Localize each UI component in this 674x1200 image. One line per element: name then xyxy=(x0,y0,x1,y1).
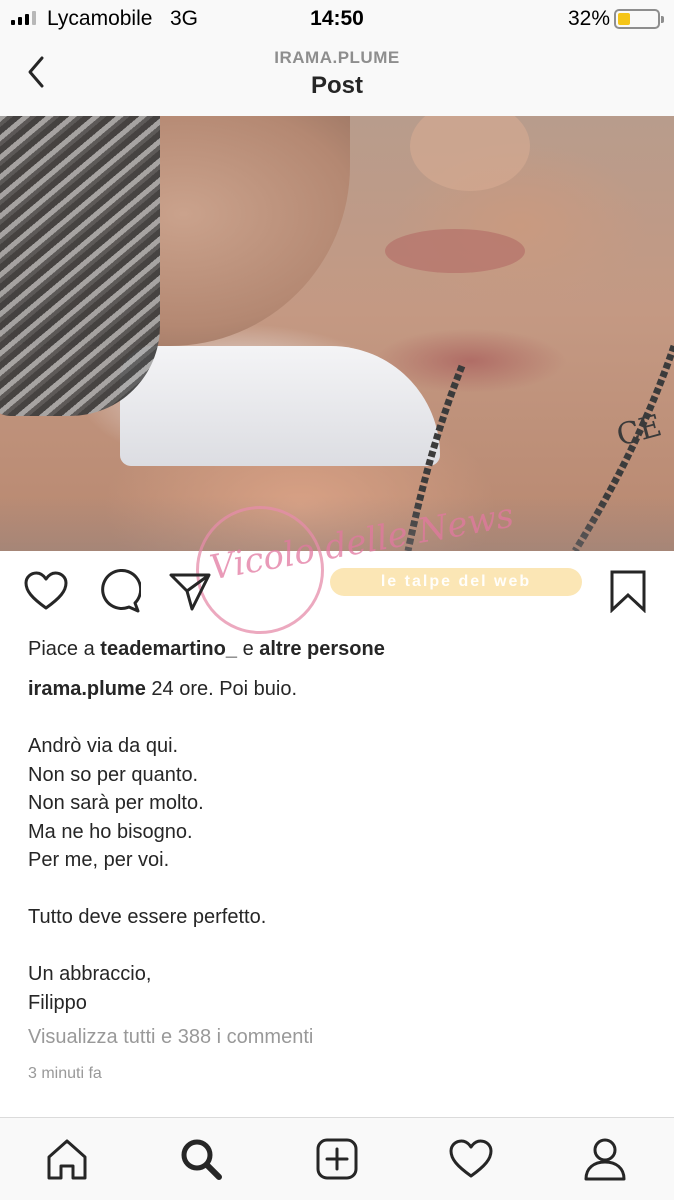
battery-icon xyxy=(614,9,664,29)
tab-bar xyxy=(0,1117,674,1200)
post-author-username[interactable]: IRAMA.PLUME xyxy=(0,48,674,68)
share-button[interactable] xyxy=(165,566,215,616)
likes-prefix: Piace a xyxy=(28,638,95,660)
post-header: IRAMA.PLUME Post xyxy=(0,38,674,116)
comment-bubble-icon xyxy=(101,569,141,613)
post-photo[interactable]: CE xyxy=(0,116,674,551)
home-icon xyxy=(47,1139,87,1180)
tab-activity[interactable] xyxy=(446,1134,496,1184)
tab-search[interactable] xyxy=(176,1134,226,1184)
tab-profile[interactable] xyxy=(580,1134,630,1184)
caption-body: Andrò via da qui. Non so per quanto. Non… xyxy=(28,735,267,1014)
page-title: Post xyxy=(310,72,363,99)
post-caption: irama.plume 24 ore. Poi buio. Andrò via … xyxy=(28,675,648,1017)
like-button[interactable] xyxy=(21,566,71,616)
plus-square-icon xyxy=(316,1138,358,1180)
likes-line: Piace a teademartino_ e altre persone xyxy=(28,638,385,661)
save-button[interactable] xyxy=(603,566,653,616)
status-bar: Lycamobile 3G 14:50 32% xyxy=(0,0,674,38)
post-timestamp: 3 minuti fa xyxy=(28,1065,102,1082)
post-actions xyxy=(0,566,674,626)
user-icon xyxy=(584,1138,626,1181)
svg-text:CE: CE xyxy=(613,408,665,453)
likes-joiner: e xyxy=(242,638,254,660)
tab-new-post[interactable] xyxy=(312,1134,362,1184)
search-icon xyxy=(181,1139,222,1180)
battery-level xyxy=(618,13,630,25)
paper-plane-icon xyxy=(169,573,211,611)
heart-icon xyxy=(449,1139,493,1178)
caption-first-line: 24 ore. Poi buio. xyxy=(151,678,298,700)
battery-percent: 32% xyxy=(567,7,610,30)
caption-username[interactable]: irama.plume xyxy=(28,678,146,700)
likes-others-link[interactable]: altre persone xyxy=(259,638,385,660)
tab-home[interactable] xyxy=(42,1134,92,1184)
bookmark-icon xyxy=(610,570,646,613)
comment-button[interactable] xyxy=(94,566,144,616)
view-all-comments-link[interactable]: Visualizza tutti e 388 i commenti xyxy=(28,1026,313,1049)
heart-icon xyxy=(24,571,68,610)
liked-by-user[interactable]: teademartino_ xyxy=(100,638,237,660)
photo-necklace: CE xyxy=(385,116,674,551)
